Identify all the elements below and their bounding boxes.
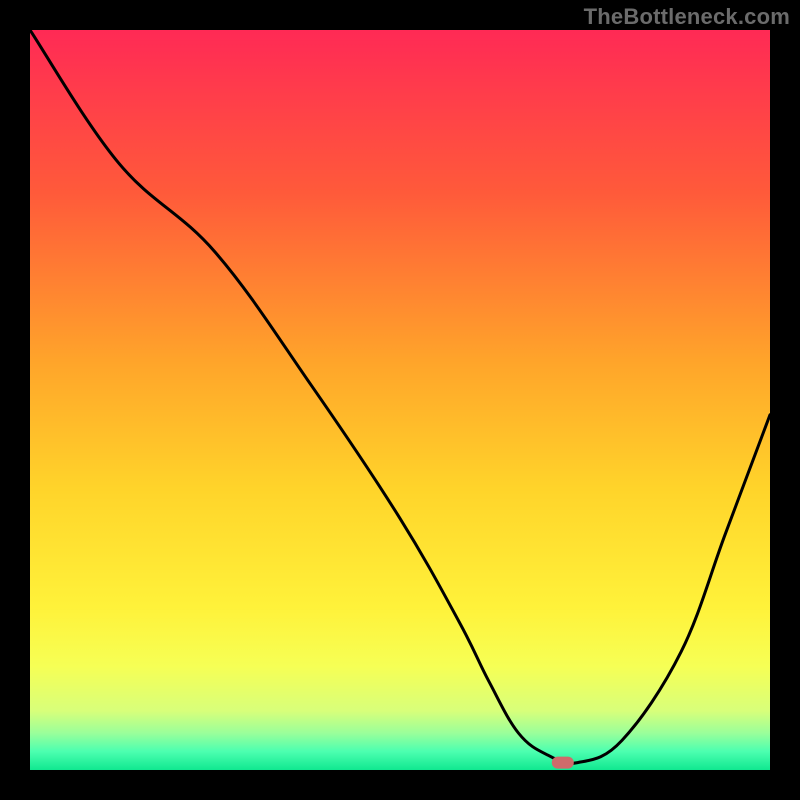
watermark-label: TheBottleneck.com [584,4,790,30]
chart-container: { "watermark": "TheBottleneck.com", "cha… [0,0,800,800]
optimal-marker [552,757,574,769]
bottleneck-chart [0,0,800,800]
plot-background [30,30,770,770]
